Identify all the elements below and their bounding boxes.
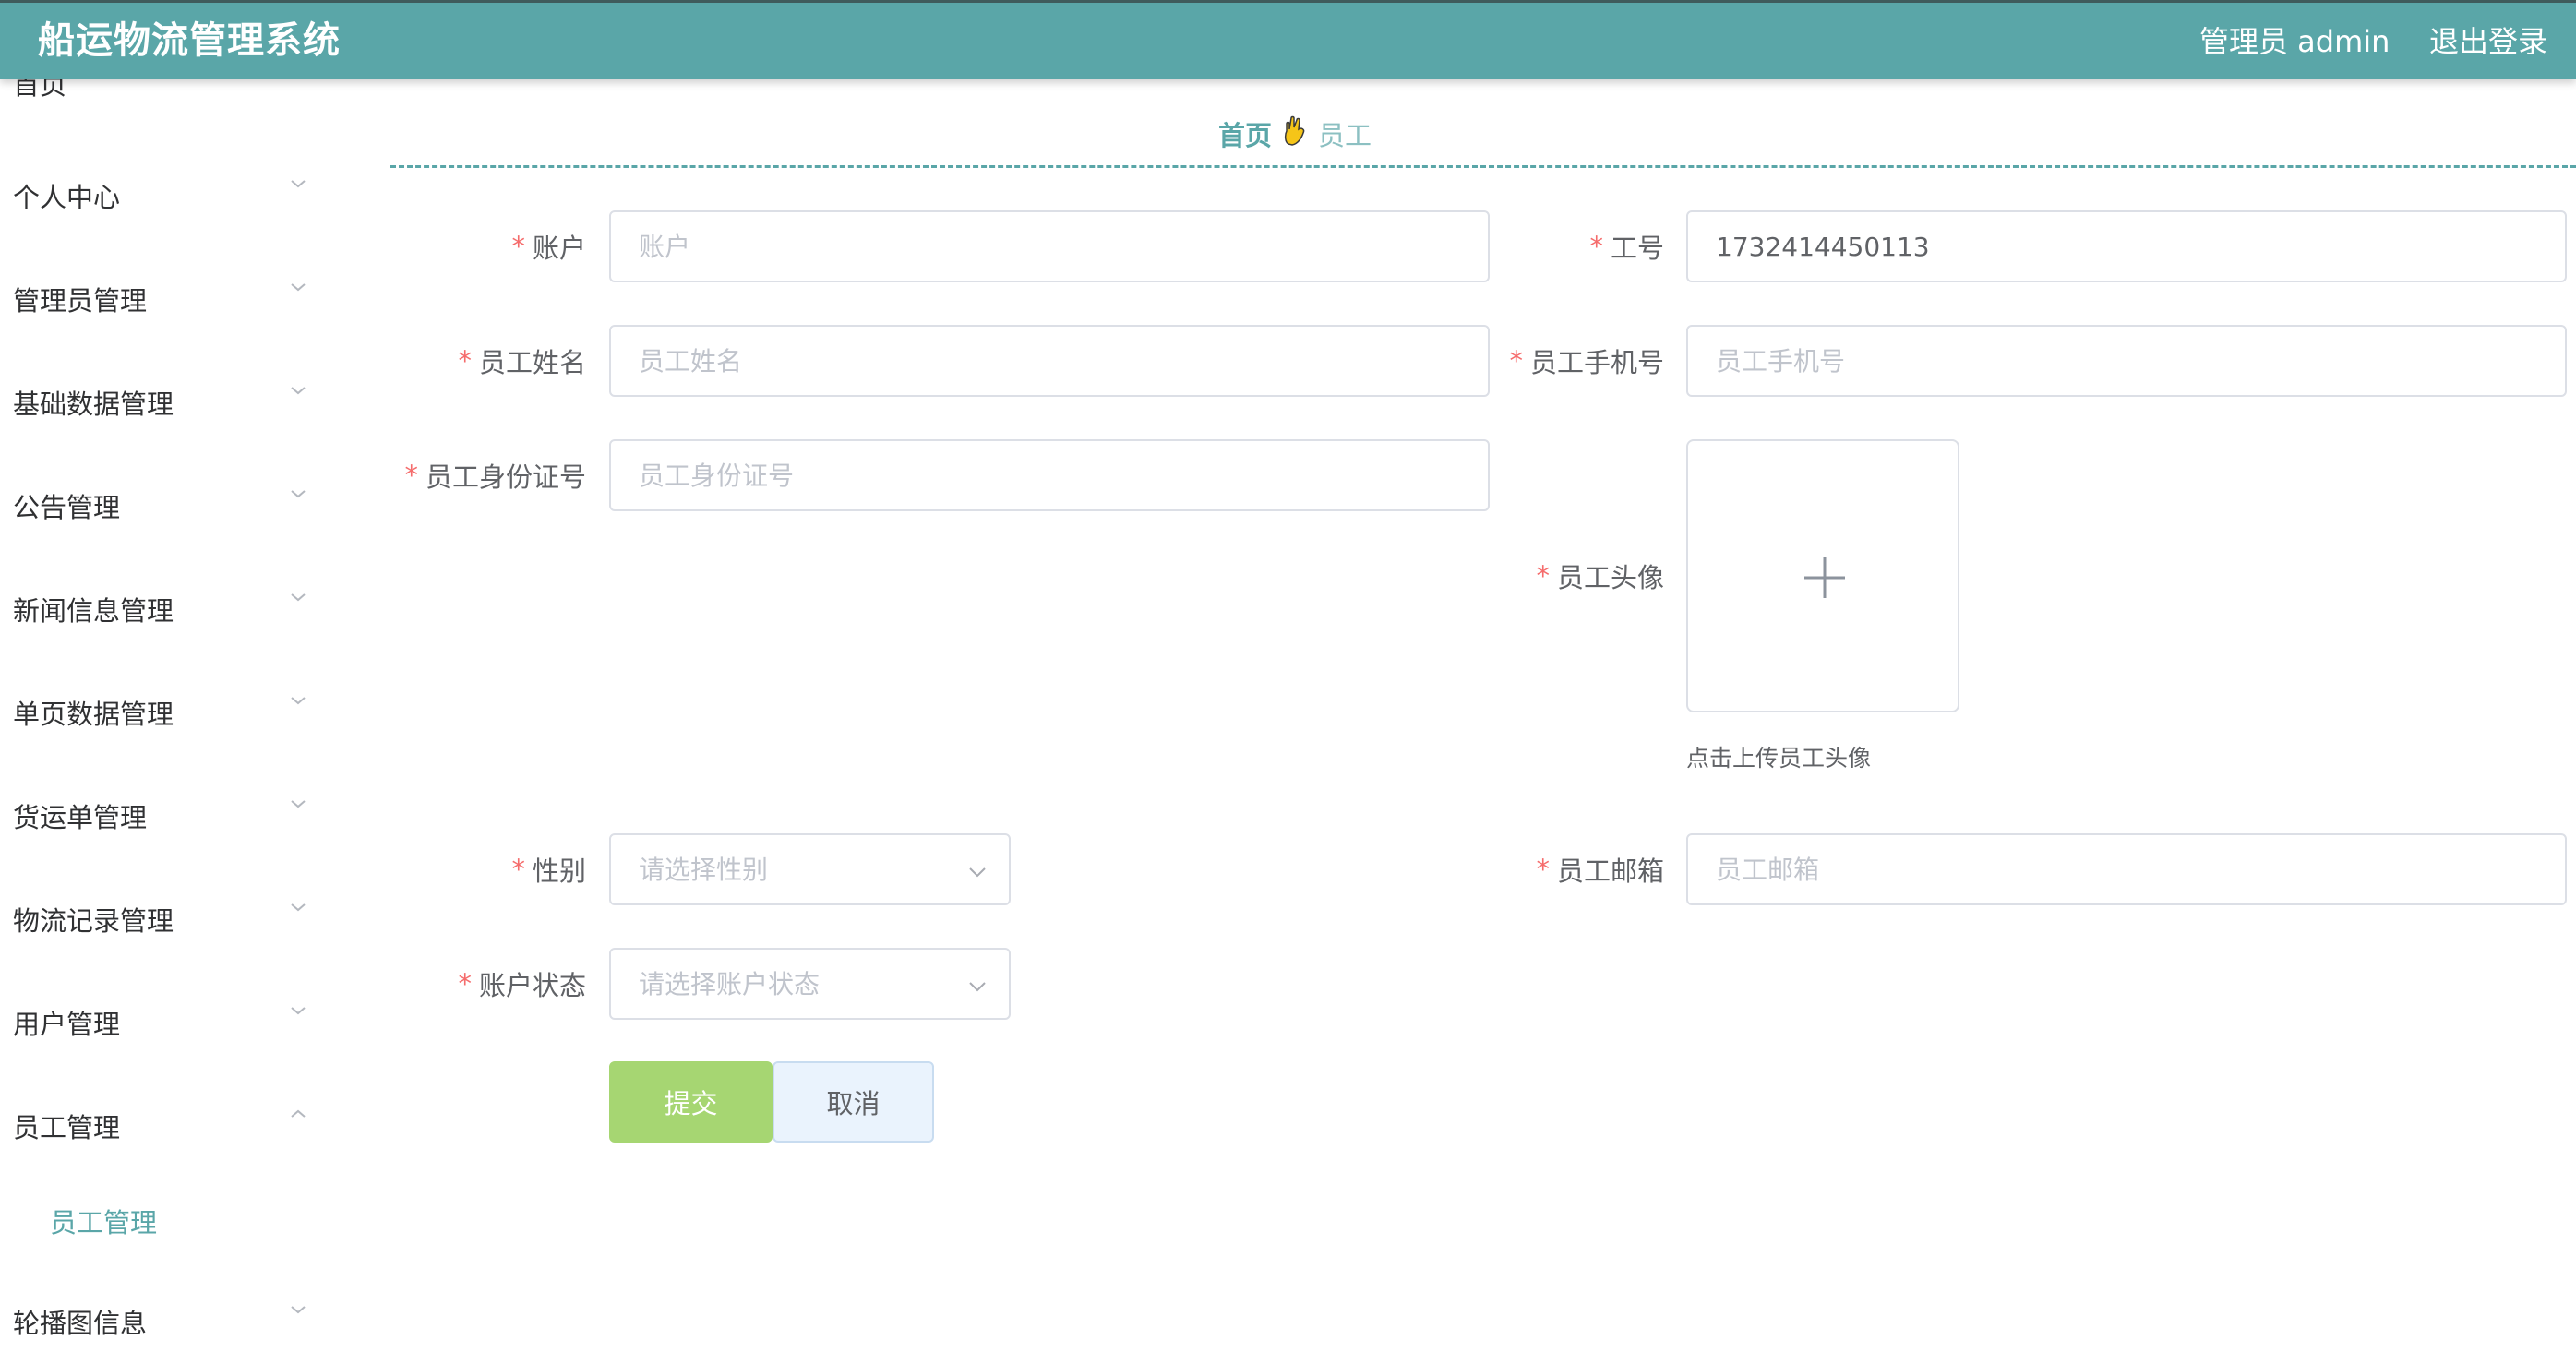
gender-label: * 性别 (388, 833, 586, 905)
job-number-input[interactable] (1686, 210, 2567, 282)
sidebar-item-label: 单页数据管理 (13, 699, 174, 730)
avatar-upload-box[interactable] (1686, 439, 1959, 712)
gender-select-placeholder: 请选择性别 (639, 855, 769, 885)
chevron-down-icon (969, 867, 986, 878)
required-asterisk: * (404, 460, 418, 491)
employee-avatar-label: * 员工头像 (1495, 540, 1664, 612)
current-user-label: 管理员 admin (2199, 24, 2390, 59)
account-label: * 账户 (388, 210, 586, 282)
breadcrumb: 首页 员工 (1218, 111, 1372, 157)
logout-button[interactable]: 退出登录 (2429, 21, 2547, 62)
breadcrumb-divider (390, 165, 2576, 168)
employee-phone-label-text: 员工手机号 (1529, 347, 1664, 378)
employee-email-label: * 员工邮箱 (1495, 833, 1664, 905)
chevron-down-icon (291, 387, 306, 395)
sidebar-item-label: 管理员管理 (13, 285, 148, 317)
required-asterisk: * (458, 345, 472, 377)
breadcrumb-home[interactable]: 首页 (1218, 114, 1272, 153)
cancel-button[interactable]: 取消 (773, 1061, 934, 1143)
employee-email-label-text: 员工邮箱 (1556, 855, 1664, 887)
job-number-label: * 工号 (1495, 210, 1664, 282)
job-number-label-text: 工号 (1610, 233, 1664, 264)
submit-button[interactable]: 提交 (609, 1061, 773, 1143)
employee-name-label-text: 员工姓名 (478, 347, 586, 378)
sidebar-item-logistics-records[interactable]: 物流记录管理 (0, 893, 323, 949)
ok-hand-icon (1283, 114, 1307, 153)
chevron-down-icon (291, 903, 306, 912)
account-status-label: * 账户状态 (388, 948, 586, 1020)
chevron-down-icon (969, 982, 986, 992)
employee-avatar-label-text: 员工头像 (1556, 562, 1664, 593)
required-asterisk: * (1509, 345, 1523, 377)
chevron-down-icon (291, 593, 306, 602)
plus-icon (1804, 557, 1845, 598)
employee-name-input[interactable] (609, 325, 1490, 397)
sidebar-item-label: 用户管理 (13, 1009, 121, 1040)
employee-name-label: * 员工姓名 (388, 325, 586, 397)
sidebar-menu: 首页 个人中心 管理员管理 基础数据管理 公告管理 新闻信息管理 单页数据管理 … (0, 79, 323, 1352)
sidebar-item-carousel-info[interactable]: 轮播图信息 (0, 1296, 323, 1351)
gender-label-text: 性别 (532, 855, 586, 887)
sidebar-item-label: 首页 (13, 79, 67, 101)
sidebar-item-label: 物流记录管理 (13, 905, 174, 937)
sidebar-item-label: 员工管理 (13, 1112, 121, 1143)
required-asterisk: * (511, 854, 525, 885)
sidebar-item-single-page-data[interactable]: 单页数据管理 (0, 687, 323, 742)
breadcrumb-current: 员工 (1318, 120, 1372, 151)
employee-phone-input[interactable] (1686, 325, 2567, 397)
employee-email-input[interactable] (1686, 833, 2567, 905)
employee-id-card-input[interactable] (609, 439, 1490, 511)
account-label-text: 账户 (532, 233, 586, 264)
employee-id-card-label: * 员工身份证号 (388, 439, 586, 511)
required-asterisk: * (458, 968, 472, 999)
sidebar-item-label: 公告管理 (13, 492, 121, 523)
avatar-upload-tip: 点击上传员工头像 (1686, 745, 1872, 772)
employee-id-card-label-text: 员工身份证号 (425, 461, 586, 493)
sidebar-item-waybill-management[interactable]: 货运单管理 (0, 790, 323, 845)
sidebar-item-admin-management[interactable]: 管理员管理 (0, 273, 323, 329)
gender-select[interactable]: 请选择性别 (609, 833, 1011, 905)
chevron-up-icon (291, 1109, 306, 1118)
sidebar-item-label: 货运单管理 (13, 802, 148, 833)
account-status-select[interactable]: 请选择账户状态 (609, 948, 1011, 1020)
sidebar-item-personal-center[interactable]: 个人中心 (0, 170, 323, 225)
sidebar-item-user-management[interactable]: 用户管理 (0, 997, 323, 1052)
top-header: 船运物流管理系统 管理员 admin 退出登录 (0, 0, 2576, 79)
employee-phone-label: * 员工手机号 (1495, 325, 1664, 397)
required-asterisk: * (511, 231, 525, 262)
chevron-down-icon (291, 1306, 306, 1314)
sidebar-item-label: 基础数据管理 (13, 389, 174, 420)
required-asterisk: * (1589, 231, 1603, 262)
sidebar-subitem-employee-management[interactable]: 员工管理 (0, 1195, 323, 1250)
chevron-down-icon (291, 697, 306, 705)
account-status-label-text: 账户状态 (478, 970, 586, 1001)
required-asterisk: * (1536, 854, 1550, 885)
required-asterisk: * (1536, 560, 1550, 592)
chevron-down-icon (291, 1007, 306, 1015)
chevron-down-icon (291, 490, 306, 498)
chevron-down-icon (291, 283, 306, 292)
app-title: 船运物流管理系统 (38, 19, 341, 62)
account-input[interactable] (609, 210, 1490, 282)
sidebar-item-employee-management[interactable]: 员工管理 (0, 1100, 323, 1155)
sidebar-subitem-label: 员工管理 (50, 1207, 158, 1238)
sidebar-item-label: 轮播图信息 (13, 1308, 148, 1339)
sidebar-item-label: 个人中心 (13, 182, 121, 213)
chevron-down-icon (291, 800, 306, 808)
sidebar-item-news-management[interactable]: 新闻信息管理 (0, 583, 323, 639)
sidebar-item-label: 新闻信息管理 (13, 595, 174, 627)
chevron-down-icon (291, 180, 306, 188)
sidebar-item-basic-data-management[interactable]: 基础数据管理 (0, 377, 323, 432)
account-status-select-placeholder: 请选择账户状态 (639, 969, 821, 999)
sidebar-item-home[interactable]: 首页 (0, 79, 323, 113)
sidebar-item-notice-management[interactable]: 公告管理 (0, 480, 323, 535)
